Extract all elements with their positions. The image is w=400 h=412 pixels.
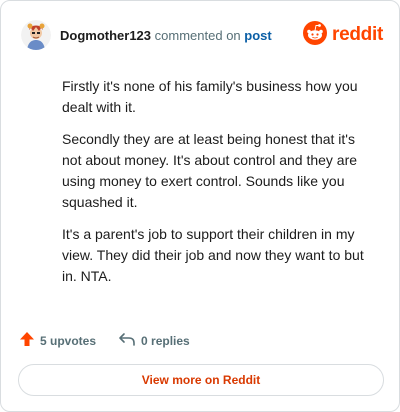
- reddit-alien-icon: [303, 20, 328, 50]
- user-avatar-icon[interactable]: [21, 20, 51, 50]
- comment-meta: Dogmother123 commented on post: [60, 28, 272, 43]
- upvote-arrow-icon: [19, 331, 40, 350]
- reddit-brand[interactable]: reddit: [303, 20, 383, 50]
- view-more-button[interactable]: View more on Reddit: [18, 364, 384, 396]
- comment-actions: 5 upvotes 0 replies: [19, 331, 190, 350]
- reply-arrow-icon: [118, 331, 141, 350]
- reddit-wordmark: reddit: [332, 24, 383, 45]
- replies-button[interactable]: 0 replies: [118, 331, 190, 350]
- commented-on-text: commented on: [154, 27, 241, 43]
- comment-header: Dogmother123 commented on post reddit: [21, 17, 383, 53]
- reply-count: 0 replies: [141, 333, 190, 348]
- reddit-comment-card: Dogmother123 commented on post reddit Fi…: [0, 0, 400, 412]
- comment-body: Firstly it's none of his family's busine…: [62, 76, 377, 298]
- upvote-count: 5 upvotes: [40, 333, 97, 348]
- comment-paragraph: Secondly they are at least being honest …: [62, 131, 358, 210]
- upvote-button[interactable]: 5 upvotes: [19, 331, 96, 350]
- comment-paragraph: Firstly it's none of his family's busine…: [62, 78, 358, 115]
- post-link[interactable]: post: [244, 28, 271, 43]
- username[interactable]: Dogmother123: [60, 28, 151, 43]
- comment-paragraph: It's a parent's job to support their chi…: [62, 226, 364, 284]
